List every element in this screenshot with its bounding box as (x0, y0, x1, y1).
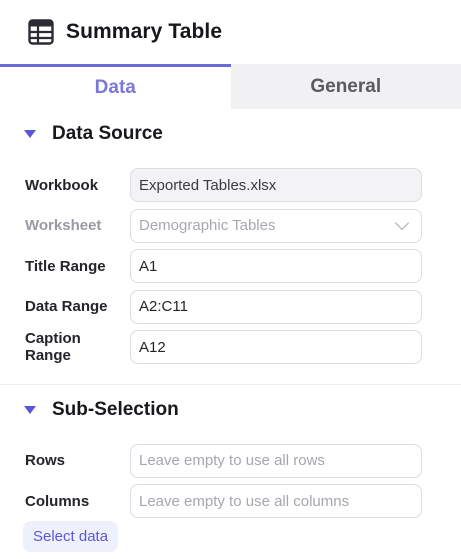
sub-selection-title: Sub-Selection (52, 398, 179, 420)
panel-title: Summary Table (66, 20, 223, 43)
columns-label: Columns (25, 492, 90, 510)
worksheet-select[interactable]: Demographic Tables (130, 208, 422, 243)
data-source-section: Data Source Workbook Exported Tables.xls… (0, 109, 461, 368)
tab-data[interactable]: Data (0, 64, 231, 109)
select-data-button[interactable]: Select data (23, 521, 119, 552)
caption-range-input[interactable] (130, 330, 422, 365)
data-source-toggle[interactable]: Data Source (0, 109, 461, 159)
columns-row: Columns (0, 481, 461, 522)
sub-selection-toggle[interactable]: Sub-Selection (0, 385, 461, 435)
table-icon (28, 19, 54, 45)
summary-table-panel: Summary Table Data General Data Source W… (0, 0, 461, 559)
title-range-label: Title Range (25, 257, 106, 275)
rows-row: Rows (0, 441, 461, 482)
worksheet-value: Demographic Tables (139, 217, 276, 235)
caption-range-label: Caption Range (25, 330, 81, 365)
worksheet-row: Worksheet Demographic Tables (0, 206, 461, 247)
sub-selection-section: Sub-Selection Rows Columns (0, 385, 461, 522)
caret-down-icon (24, 130, 36, 138)
title-range-row: Title Range (0, 246, 461, 287)
data-range-label: Data Range (25, 298, 108, 316)
worksheet-label: Worksheet (25, 217, 102, 235)
data-range-input[interactable] (130, 289, 422, 324)
workbook-row: Workbook Exported Tables.xlsx (0, 165, 461, 206)
chevron-down-icon (394, 216, 410, 231)
workbook-label: Workbook (25, 176, 99, 194)
tab-general[interactable]: General (230, 64, 461, 109)
workbook-field: Exported Tables.xlsx (130, 168, 422, 203)
caption-range-row: Caption Range (0, 327, 461, 368)
caret-down-icon (24, 405, 36, 414)
rows-input[interactable] (130, 443, 422, 478)
title-range-input[interactable] (130, 249, 422, 284)
tab-bar: Data General (0, 64, 461, 109)
data-range-row: Data Range (0, 287, 461, 328)
data-source-title: Data Source (52, 123, 163, 144)
panel-header: Summary Table (0, 0, 461, 64)
rows-label: Rows (25, 452, 66, 470)
columns-input[interactable] (130, 484, 422, 519)
